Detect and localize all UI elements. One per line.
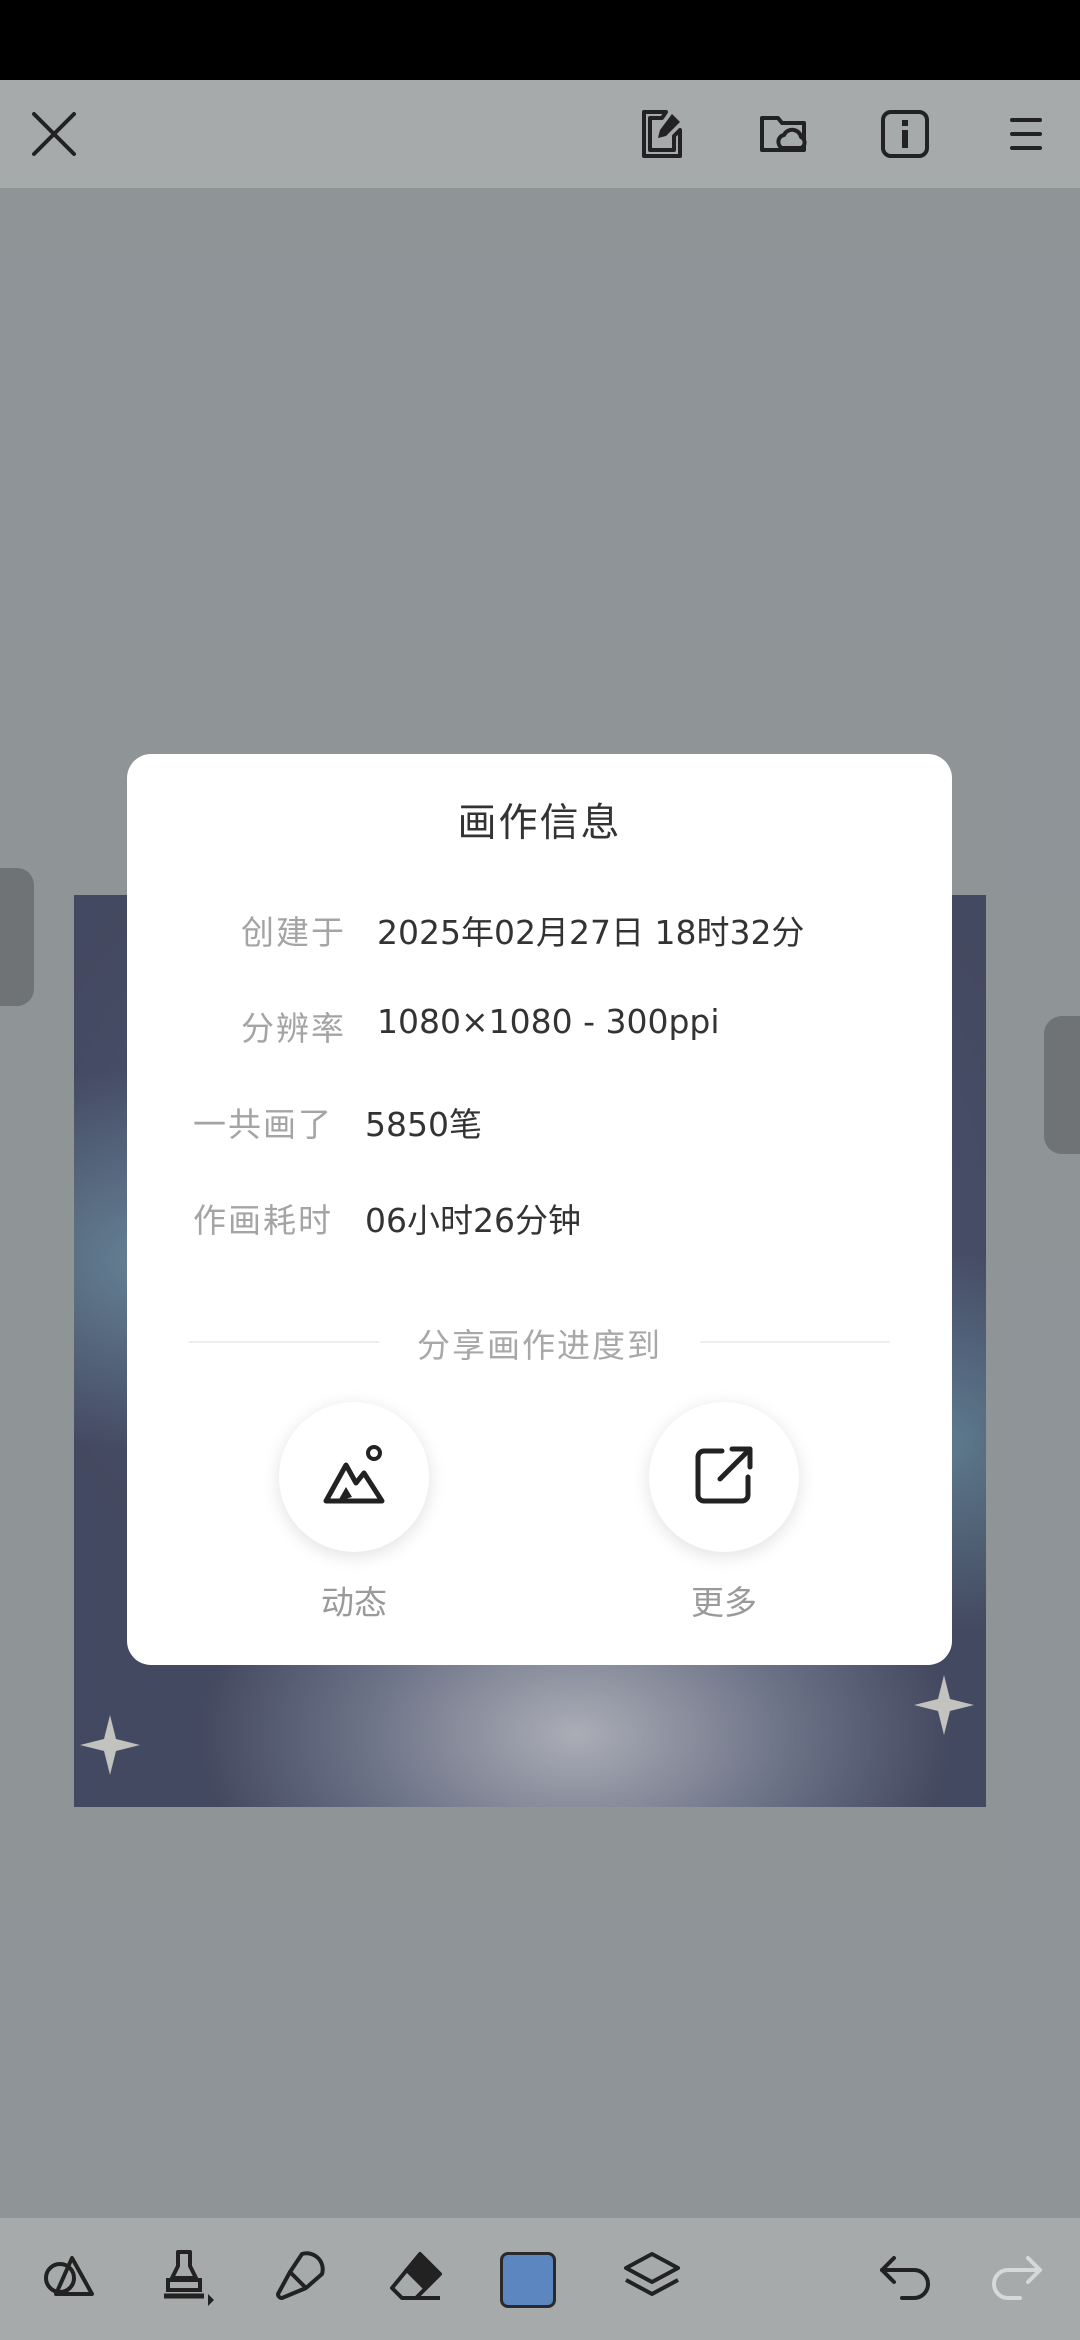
brush-size-slider-handle[interactable] [0, 868, 34, 1006]
info-icon[interactable] [871, 100, 939, 168]
drawing-time-label: 作画耗时 [193, 1201, 333, 1240]
dialog-title: 画作信息 [457, 801, 622, 846]
undo-icon[interactable] [870, 2240, 942, 2312]
share-more-button[interactable] [649, 1402, 799, 1552]
close-icon[interactable] [20, 100, 88, 168]
share-progress-title: 分享画作进度到 [417, 1326, 662, 1365]
brush-icon[interactable] [264, 2240, 336, 2312]
edit-note-icon[interactable] [628, 100, 696, 168]
resolution-value: 1080×1080 - 300ppi [377, 1002, 720, 1041]
marker-icon[interactable] [148, 2240, 220, 2312]
layers-icon[interactable] [616, 2240, 688, 2312]
menu-icon[interactable] [992, 100, 1060, 168]
share-more-label: 更多 [691, 1583, 757, 1622]
cloud-folder-icon[interactable] [750, 100, 818, 168]
external-share-icon [688, 1439, 760, 1515]
drawing-time-value: 06小时26分钟 [365, 1201, 581, 1240]
opacity-slider-handle[interactable] [1044, 1016, 1080, 1154]
share-feed-label: 动态 [321, 1583, 387, 1622]
share-feed-button[interactable] [279, 1402, 429, 1552]
top-toolbar [0, 80, 1080, 188]
resolution-label: 分辨率 [241, 1009, 346, 1048]
eraser-icon[interactable] [380, 2240, 452, 2312]
created-label: 创建于 [241, 913, 346, 952]
color-swatch[interactable] [500, 2252, 556, 2308]
shapes-icon[interactable] [32, 2240, 104, 2312]
redo-icon[interactable] [980, 2240, 1052, 2312]
created-value: 2025年02月27日 18时32分 [377, 913, 805, 952]
stroke-count-label: 一共画了 [193, 1105, 333, 1144]
status-bar [0, 0, 1080, 80]
artwork-info-dialog: 画作信息 创建于 2025年02月27日 18时32分 分辨率 1080×108… [127, 754, 952, 1665]
mountain-image-icon [318, 1439, 390, 1515]
stroke-count-value: 5850笔 [365, 1105, 482, 1144]
